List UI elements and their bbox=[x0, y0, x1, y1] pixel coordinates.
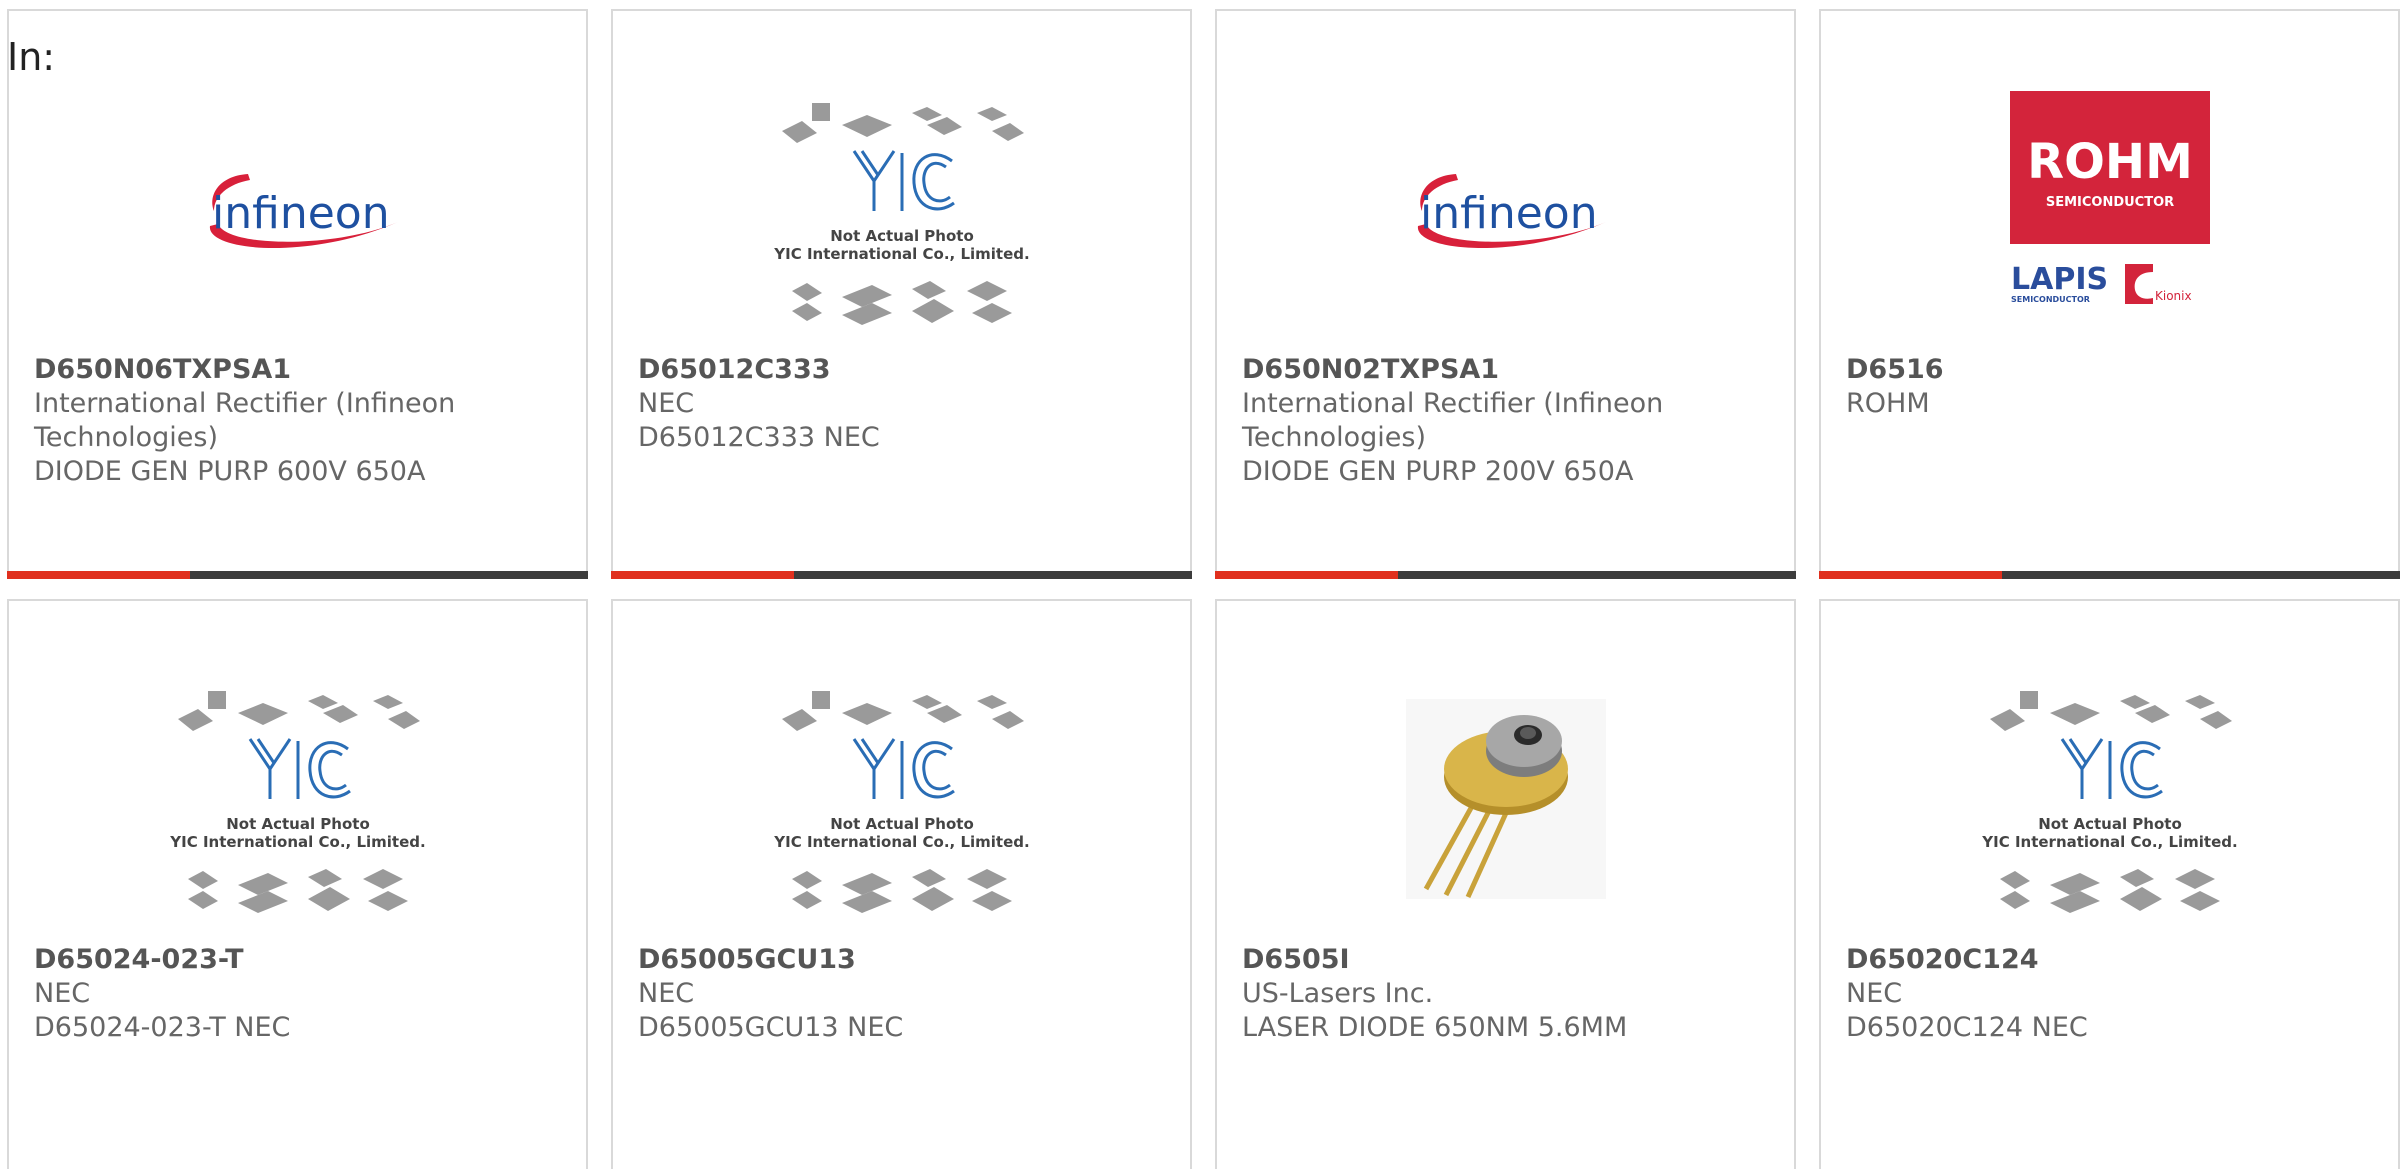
product-card[interactable]: Not Actual Photo YIC International Co., … bbox=[7, 599, 588, 1169]
part-number[interactable]: D650N02TXPSA1 bbox=[1242, 353, 1774, 387]
manufacturer: NEC bbox=[1846, 978, 1903, 1009]
svg-text:Not Actual Photo: Not Actual Photo bbox=[830, 227, 974, 245]
infineon-logo: infineon bbox=[9, 61, 586, 361]
part-number[interactable]: D650N06TXPSA1 bbox=[34, 353, 566, 387]
svg-text:YIC International Co., Limited: YIC International Co., Limited. bbox=[773, 833, 1029, 851]
card-bar bbox=[1215, 571, 1796, 579]
infineon-logo: infineon bbox=[1217, 61, 1794, 361]
manufacturer: ROHM bbox=[1846, 388, 1930, 419]
svg-text:Not Actual Photo: Not Actual Photo bbox=[226, 815, 370, 833]
card-bar-accent bbox=[611, 571, 794, 579]
logo-text: infineon bbox=[1420, 188, 1598, 239]
product-card[interactable]: Not Actual Photo YIC International Co., … bbox=[1819, 599, 2400, 1169]
laser-diode-photo bbox=[1217, 649, 1794, 949]
svg-text:Kionix: Kionix bbox=[2155, 289, 2192, 303]
logo-text: infineon bbox=[212, 188, 390, 239]
part-number[interactable]: D65024-023-T bbox=[34, 943, 566, 977]
description: LASER DIODE 650NM 5.6MM bbox=[1242, 1012, 1628, 1043]
manufacturer: International Rectifier (Infineon Techno… bbox=[1242, 388, 1664, 453]
manufacturer: US-Lasers Inc. bbox=[1242, 978, 1434, 1009]
part-number[interactable]: D65020C124 bbox=[1846, 943, 2378, 977]
filter-label: In: bbox=[7, 35, 56, 79]
card-bar bbox=[7, 571, 588, 579]
svg-text:Not Actual Photo: Not Actual Photo bbox=[2038, 815, 2182, 833]
part-number[interactable]: D65005GCU13 bbox=[638, 943, 1170, 977]
svg-text:YIC International Co., Limited: YIC International Co., Limited. bbox=[773, 245, 1029, 263]
manufacturer: NEC bbox=[34, 978, 91, 1009]
card-bar bbox=[1819, 571, 2400, 579]
svg-text:YIC International Co., Limited: YIC International Co., Limited. bbox=[169, 833, 425, 851]
svg-text:YIC International Co., Limited: YIC International Co., Limited. bbox=[1981, 833, 2237, 851]
card-bar-accent bbox=[7, 571, 190, 579]
yic-placeholder-image: Not Actual Photo YIC International Co., … bbox=[613, 61, 1190, 361]
manufacturer: NEC bbox=[638, 388, 695, 419]
description: D65012C333 NEC bbox=[638, 422, 880, 453]
yic-placeholder-image: Not Actual Photo YIC International Co., … bbox=[9, 649, 586, 949]
description: D65024-023-T NEC bbox=[34, 1012, 291, 1043]
part-number[interactable]: D65012C333 bbox=[638, 353, 1170, 387]
card-bar-accent bbox=[1215, 571, 1398, 579]
svg-text:LAPIS: LAPIS bbox=[2011, 262, 2108, 297]
svg-text:SEMICONDUCTOR: SEMICONDUCTOR bbox=[2011, 295, 2090, 304]
product-card[interactable]: infineon D650N06TXPSA1 International Rec… bbox=[7, 9, 588, 579]
card-bar-accent bbox=[1819, 571, 2002, 579]
part-number[interactable]: D6505I bbox=[1242, 943, 1774, 977]
product-card[interactable]: infineon D650N02TXPSA1 International Rec… bbox=[1215, 9, 1796, 579]
svg-text:ROHM: ROHM bbox=[2027, 134, 2193, 190]
product-card[interactable]: Not Actual Photo YIC International Co., … bbox=[611, 599, 1192, 1169]
manufacturer: International Rectifier (Infineon Techno… bbox=[34, 388, 456, 453]
product-card[interactable]: D6505I US-Lasers Inc. LASER DIODE 650NM … bbox=[1215, 599, 1796, 1169]
part-number[interactable]: D6516 bbox=[1846, 353, 2378, 387]
rohm-logo: ROHM SEMICONDUCTOR LAPIS SEMICONDUCTOR K… bbox=[1821, 61, 2398, 361]
manufacturer: NEC bbox=[638, 978, 695, 1009]
description: DIODE GEN PURP 200V 650A bbox=[1242, 456, 1634, 487]
product-card[interactable]: ROHM SEMICONDUCTOR LAPIS SEMICONDUCTOR K… bbox=[1819, 9, 2400, 579]
yic-placeholder-image: Not Actual Photo YIC International Co., … bbox=[1821, 649, 2398, 949]
svg-text:Not Actual Photo: Not Actual Photo bbox=[830, 815, 974, 833]
product-card[interactable]: Not Actual Photo YIC International Co., … bbox=[611, 9, 1192, 579]
yic-placeholder-image: Not Actual Photo YIC International Co., … bbox=[613, 649, 1190, 949]
description: DIODE GEN PURP 600V 650A bbox=[34, 456, 426, 487]
description: D65005GCU13 NEC bbox=[638, 1012, 904, 1043]
card-bar bbox=[611, 571, 1192, 579]
description: D65020C124 NEC bbox=[1846, 1012, 2088, 1043]
svg-text:SEMICONDUCTOR: SEMICONDUCTOR bbox=[2045, 195, 2173, 210]
